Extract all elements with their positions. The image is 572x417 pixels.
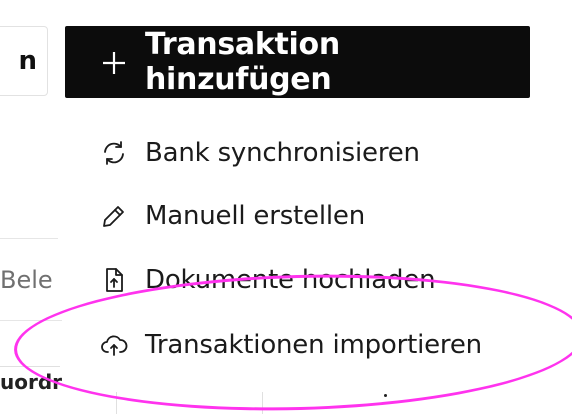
search-field-fragment[interactable]: Bele	[0, 266, 53, 294]
table-column-divider	[262, 392, 263, 414]
menu-item-import-transactions[interactable]: Transaktionen importieren	[100, 330, 482, 360]
pencil-icon	[100, 202, 128, 230]
cloud-upload-icon	[100, 331, 128, 359]
menu-item-manual-create[interactable]: Manuell erstellen	[100, 201, 365, 231]
menu-item-label: Dokumente hochladen	[145, 265, 436, 295]
dot	[384, 394, 387, 397]
add-transaction-button[interactable]: Transaktion hinzufügen	[65, 26, 530, 98]
menu-item-upload-documents[interactable]: Dokumente hochladen	[100, 265, 436, 295]
menu-item-label: Transaktionen importieren	[145, 330, 482, 360]
table-column-header[interactable]: uordr	[0, 370, 62, 394]
divider	[0, 238, 58, 239]
left-button-label: n	[18, 46, 37, 76]
file-upload-icon	[100, 266, 128, 294]
menu-item-bank-sync[interactable]: Bank synchronisieren	[100, 138, 420, 168]
sync-icon	[100, 139, 128, 167]
divider	[0, 366, 60, 367]
add-transaction-label: Transaktion hinzufügen	[145, 27, 340, 97]
divider	[0, 320, 62, 321]
menu-item-label: Manuell erstellen	[145, 201, 365, 231]
table-column-divider	[116, 392, 117, 414]
menu-item-label: Bank synchronisieren	[145, 138, 420, 168]
plus-icon	[101, 49, 127, 75]
left-button[interactable]: n	[0, 26, 48, 96]
